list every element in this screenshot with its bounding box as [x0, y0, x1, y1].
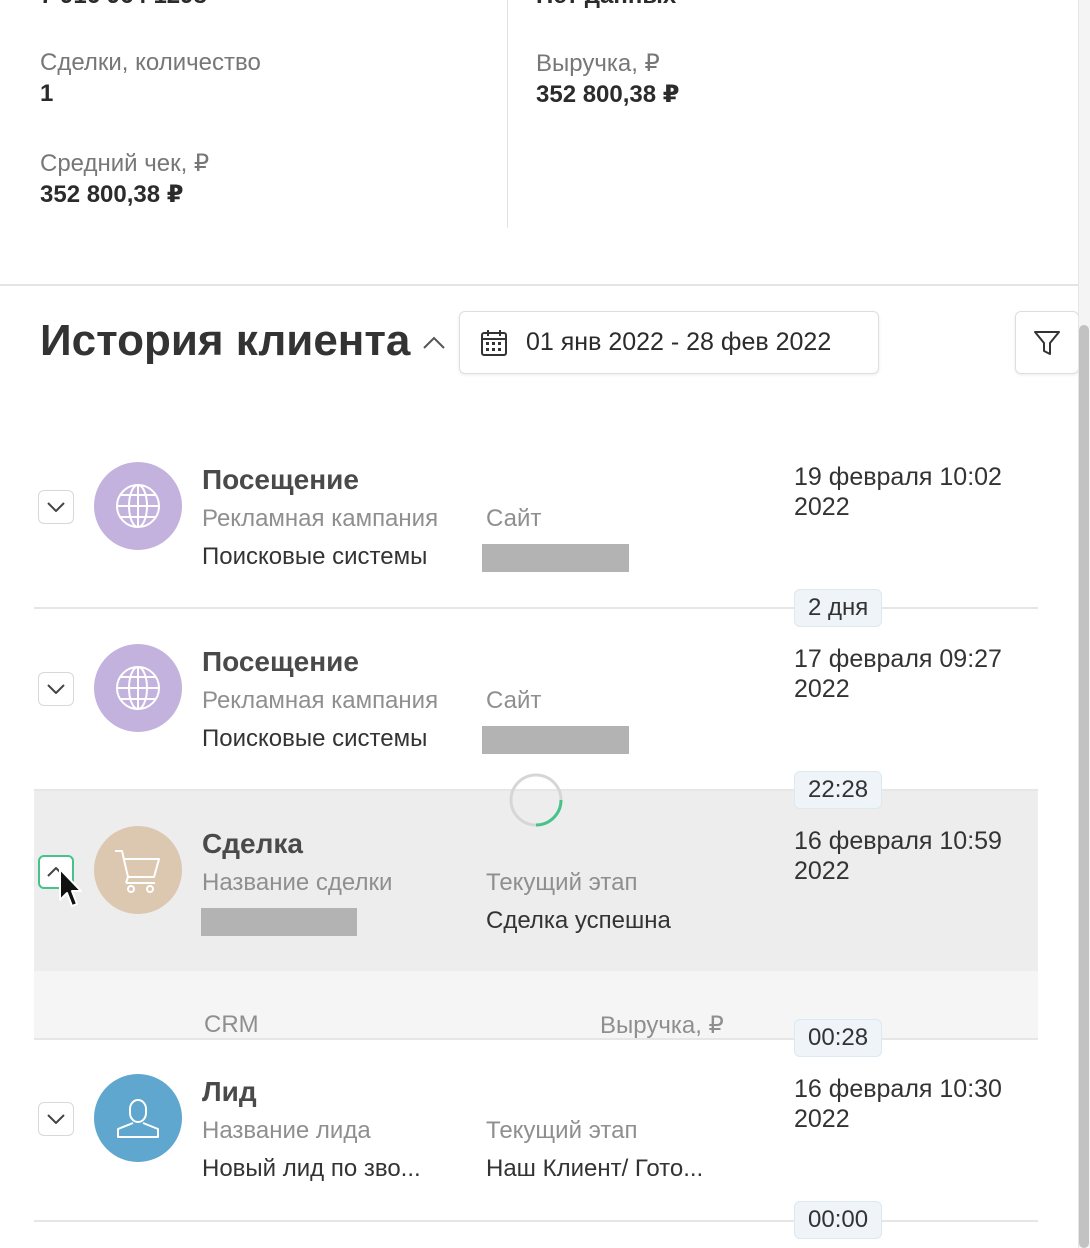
time-gap-badge: 22:28: [794, 771, 883, 809]
event-label-stage: Текущий этап: [486, 1117, 638, 1144]
event-label-site: Сайт: [486, 687, 542, 714]
event-row-expanded-area: [34, 971, 1038, 1039]
avg-check-value: 352 800,38 ₽: [40, 181, 184, 208]
event-label-campaign: Рекламная кампания: [202, 687, 439, 714]
globe-icon: [116, 484, 160, 528]
event-label-campaign: Рекламная кампания: [202, 505, 439, 532]
deal-avatar: [94, 826, 182, 914]
summary-column-divider: [507, 0, 508, 228]
event-title: Сделка: [202, 828, 303, 859]
event-title: Посещение: [202, 646, 359, 677]
event-row-divider: [34, 607, 1038, 609]
event-label-stage: Текущий этап: [486, 869, 638, 896]
revenue-label: Выручка, ₽: [536, 50, 660, 77]
chevron-up-icon: [423, 336, 445, 349]
event-date: 17 февраля 09:27 2022: [794, 645, 1002, 703]
event-row-divider: [34, 1038, 1038, 1040]
expanded-label-revenue: Выручка, ₽: [600, 1012, 724, 1039]
event-label-site: Сайт: [486, 505, 542, 532]
redacted-site-value: [482, 726, 629, 754]
deals-count-label: Сделки, количество: [40, 49, 261, 76]
visit-avatar: [94, 462, 182, 550]
time-gap-badge: 2 дня: [794, 589, 883, 627]
mouse-cursor-icon: [59, 868, 82, 907]
event-row-divider: [34, 1220, 1038, 1222]
calendar-icon: [481, 329, 507, 356]
event-title: Посещение: [202, 464, 359, 495]
section-divider: [0, 284, 1078, 286]
cart-icon: [115, 850, 160, 893]
scrollbar-thumb[interactable]: [1079, 325, 1089, 1248]
summary-top-right-value: Нет данных: [536, 0, 676, 10]
chevron-down-icon: [47, 684, 65, 694]
globe-icon: [116, 666, 160, 710]
event-date: 16 февраля 10:30 2022: [794, 1075, 1002, 1133]
event-title: Лид: [202, 1076, 257, 1107]
event-value-campaign: Поисковые системы: [202, 725, 428, 752]
event-value-lead-name: Новый лид по зво...: [202, 1155, 421, 1182]
chevron-down-icon: [47, 502, 65, 512]
filter-button[interactable]: [1015, 311, 1079, 374]
event-expand-button[interactable]: [38, 490, 74, 524]
event-value-campaign: Поисковые системы: [202, 543, 428, 570]
loading-spinner: [509, 773, 563, 827]
date-range-picker[interactable]: 01 янв 2022 - 28 фев 2022: [459, 311, 879, 374]
time-gap-badge: 00:00: [794, 1201, 883, 1239]
history-title: История клиента: [40, 316, 411, 365]
chevron-down-icon: [47, 1114, 65, 1124]
filter-icon: [1034, 330, 1060, 355]
event-expand-button[interactable]: [38, 1102, 74, 1136]
event-value-stage: Наш Клиент/ Гото...: [486, 1155, 704, 1182]
revenue-value: 352 800,38 ₽: [536, 81, 680, 108]
visit-avatar: [94, 644, 182, 732]
event-date: 16 февраля 10:59 2022: [794, 827, 1002, 885]
time-gap-badge: 00:28: [794, 1019, 883, 1057]
date-range-text: 01 янв 2022 - 28 фев 2022: [526, 328, 832, 356]
deals-count-value: 1: [40, 80, 54, 107]
event-expand-button[interactable]: [38, 672, 74, 706]
event-date: 19 февраля 10:02 2022: [794, 463, 1002, 521]
lead-avatar: [94, 1074, 182, 1162]
event-value-stage: Сделка успешна: [486, 907, 671, 934]
user-icon: [117, 1099, 159, 1138]
expanded-label-crm: CRM: [204, 1011, 259, 1038]
redacted-site-value: [482, 544, 629, 572]
redacted-deal-name: [201, 908, 357, 936]
avg-check-label: Средний чек, ₽: [40, 150, 210, 177]
event-label-lead-name: Название лида: [202, 1117, 371, 1144]
summary-top-left-value: 7 916 964 1298: [40, 0, 207, 10]
event-label-deal-name: Название сделки: [202, 869, 393, 896]
history-collapse-button[interactable]: [418, 328, 450, 358]
